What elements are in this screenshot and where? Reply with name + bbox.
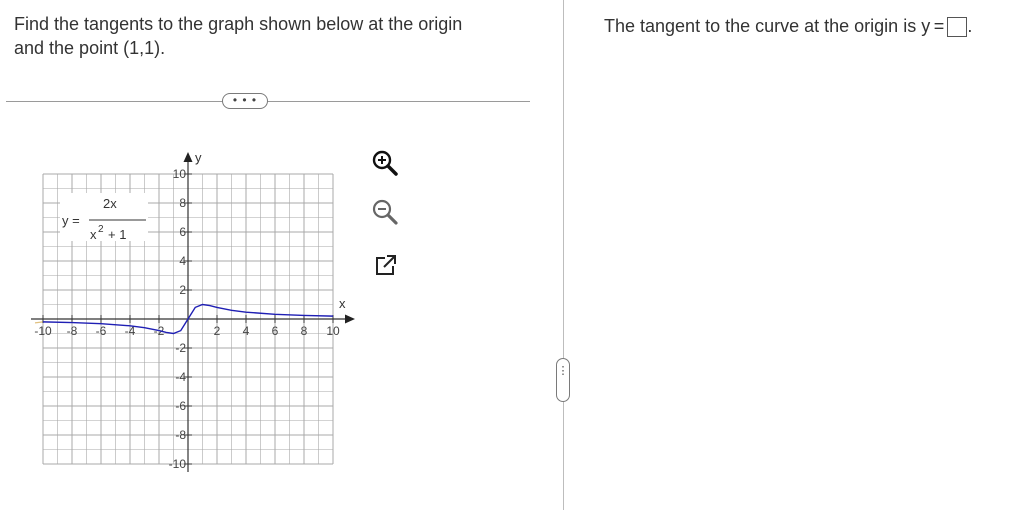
answer-suffix: . (967, 16, 973, 36)
answer-statement: The tangent to the curve at the origin i… (604, 14, 972, 38)
y-tick-label: -4 (175, 370, 186, 384)
y-tick-label: 10 (173, 167, 187, 181)
x-axis-label: x (339, 296, 346, 311)
y-tick-label: 4 (179, 254, 186, 268)
x-tick-label: -6 (96, 324, 107, 338)
y-axis-arrow (183, 152, 193, 162)
question-line-1: Find the tangents to the graph shown bel… (14, 14, 463, 34)
expand-icon[interactable] (370, 250, 400, 280)
equation-denominator-base: x (90, 227, 97, 242)
x-tick-label: 10 (326, 324, 340, 338)
equation-label: y = 2x x 2 + 1 (60, 193, 148, 242)
curve-left-stub (34, 321, 44, 324)
x-tick-label: 2 (214, 324, 221, 338)
answer-prefix: The tangent to the curve at the origin i… (604, 16, 945, 36)
y-tick-label: 6 (179, 225, 186, 239)
x-tick-label: 6 (272, 324, 279, 338)
question-text: Find the tangents to the graph shown bel… (14, 12, 534, 60)
panel-resize-handle[interactable]: ⋮ (556, 358, 570, 402)
more-options-button[interactable]: • • • (222, 93, 268, 109)
zoom-out-icon[interactable] (370, 197, 400, 227)
y-tick-label: -6 (175, 399, 186, 413)
x-tick-label: 8 (301, 324, 308, 338)
equation-denominator-exponent: 2 (98, 224, 104, 235)
y-tick-label: -10 (169, 457, 187, 471)
y-axis-label: y (195, 150, 202, 165)
panel-divider (563, 0, 564, 510)
y-tick-label: -8 (175, 428, 186, 442)
divider-horizontal (6, 101, 530, 102)
x-tick-label: -8 (67, 324, 78, 338)
x-tick-label: 4 (243, 324, 250, 338)
y-tick-label: 2 (179, 283, 186, 297)
x-tick-label: -10 (34, 324, 52, 338)
equation-denominator-rest: + 1 (108, 227, 126, 242)
y-tick-label: 8 (179, 196, 186, 210)
graph: -10 -8 -6 -4 -2 2 4 6 8 10108642-2-4-6-8-10 y = 2… (31, 150, 355, 472)
question-line-2: and the point (1,1). (14, 38, 166, 58)
zoom-in-icon[interactable] (370, 148, 400, 178)
equation-numerator: 2x (103, 196, 117, 211)
y-tick-label: -2 (175, 341, 186, 355)
equation-lhs: y = (62, 213, 80, 228)
answer-input-box[interactable] (947, 17, 968, 37)
x-axis-arrow (345, 314, 355, 324)
